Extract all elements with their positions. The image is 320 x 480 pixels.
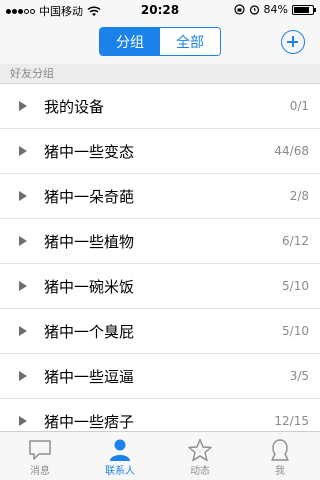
- group-name: 猪中一些变态: [44, 143, 135, 161]
- group-name: 猪中一些植物: [44, 233, 135, 251]
- group-online-count: 12/15: [274, 414, 309, 428]
- tab-messages[interactable]: 消息: [0, 432, 80, 480]
- tab-contacts[interactable]: 联系人: [80, 432, 160, 480]
- disclosure-arrow-icon: [19, 146, 27, 156]
- disclosure-arrow-icon: [19, 281, 27, 291]
- segment-groups[interactable]: 分组: [100, 28, 160, 55]
- group-view-segmented-control: 分组 全部: [99, 27, 221, 56]
- disclosure-arrow-icon: [19, 326, 27, 336]
- group-row[interactable]: 猪中一些植物 6/12: [0, 219, 320, 264]
- group-row[interactable]: 猪中一些变态 44/68: [0, 129, 320, 174]
- group-name: 猪中一碗米饭: [44, 278, 135, 296]
- group-name: 我的设备: [44, 98, 105, 116]
- tab-label: 我: [275, 466, 285, 477]
- add-contact-button[interactable]: [281, 30, 305, 54]
- profile-icon: [271, 439, 289, 461]
- group-name: 猪中一朵奇葩: [44, 188, 135, 206]
- orientation-lock-icon: [233, 4, 245, 15]
- battery-icon: [292, 4, 316, 15]
- person-icon: [110, 439, 130, 461]
- group-online-count: 6/12: [282, 234, 309, 248]
- nav-bar: 分组 全部: [0, 20, 320, 64]
- status-right: 84%: [233, 3, 316, 16]
- section-header: 好友分组: [0, 64, 320, 84]
- disclosure-arrow-icon: [19, 371, 27, 381]
- disclosure-arrow-icon: [19, 101, 27, 111]
- group-row[interactable]: 猪中一些逗逼 3/5: [0, 354, 320, 399]
- status-bar: 中国移动 20:28 84%: [0, 0, 320, 20]
- group-online-count: 5/10: [282, 324, 309, 338]
- segment-all[interactable]: 全部: [160, 28, 220, 55]
- tab-bar: 消息 联系人 动态 我: [0, 431, 320, 480]
- group-row[interactable]: 猪中一个臭屁 5/10: [0, 309, 320, 354]
- disclosure-arrow-icon: [19, 236, 27, 246]
- tab-label: 消息: [30, 466, 50, 477]
- group-online-count: 3/5: [289, 369, 309, 383]
- group-name: 猪中一些逗逼: [44, 368, 135, 386]
- group-online-count: 2/8: [289, 189, 309, 203]
- disclosure-arrow-icon: [19, 416, 27, 426]
- group-online-count: 5/10: [282, 279, 309, 293]
- group-online-count: 44/68: [274, 144, 309, 158]
- star-icon: [188, 438, 212, 462]
- group-name: 猪中一些痞子: [44, 413, 135, 431]
- group-row[interactable]: 猪中一碗米饭 5/10: [0, 264, 320, 309]
- tab-me[interactable]: 我: [240, 432, 320, 480]
- battery-percent: 84%: [263, 3, 288, 16]
- tab-label: 动态: [190, 466, 210, 477]
- tab-label: 联系人: [105, 466, 135, 477]
- alarm-icon: [249, 5, 259, 15]
- chat-bubble-icon: [29, 440, 51, 460]
- group-row[interactable]: 猪中一朵奇葩 2/8: [0, 174, 320, 219]
- friend-group-list: 我的设备 0/1 猪中一些变态 44/68 猪中一朵奇葩 2/8 猪中一些植物 …: [0, 84, 320, 444]
- tab-moments[interactable]: 动态: [160, 432, 240, 480]
- group-online-count: 0/1: [289, 99, 309, 113]
- group-name: 猪中一个臭屁: [44, 323, 135, 341]
- group-row[interactable]: 我的设备 0/1: [0, 84, 320, 129]
- disclosure-arrow-icon: [19, 191, 27, 201]
